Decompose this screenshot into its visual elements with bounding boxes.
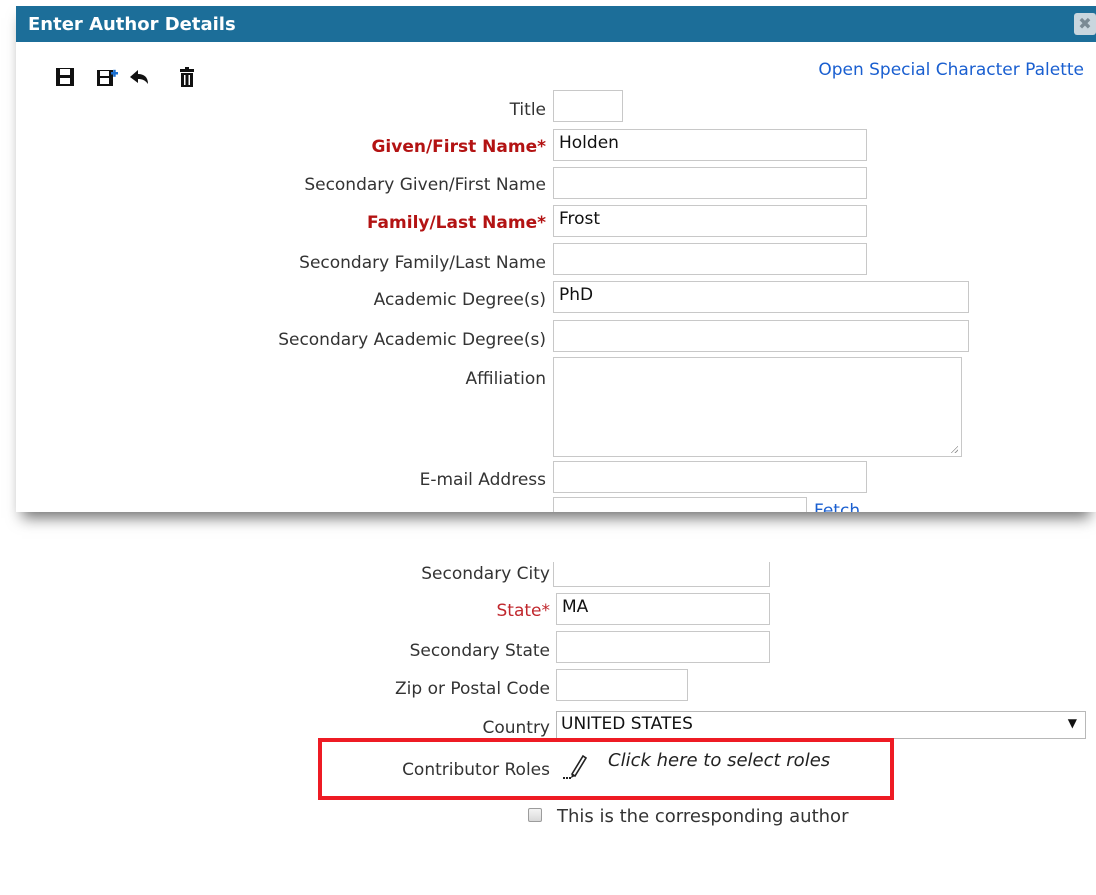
state-label: State* [496,601,551,621]
affiliation-textarea[interactable] [553,357,962,457]
secondary-state-input[interactable] [556,631,770,663]
chevron-down-icon[interactable]: ▼ [1068,716,1077,730]
secondary-given-name-label: Secondary Given/First Name [304,175,546,195]
secondary-family-name-input[interactable] [553,243,867,275]
secondary-state-label: Secondary State [409,641,550,661]
partial-input[interactable] [553,497,807,512]
secondary-academic-degrees-input[interactable] [553,320,969,352]
zip-label: Zip or Postal Code [395,679,550,699]
country-label: Country [482,718,550,738]
secondary-family-name-label: Secondary Family/Last Name [299,253,546,273]
email-input[interactable] [553,461,867,493]
country-value: UNITED STATES [561,714,693,734]
academic-degrees-input[interactable]: PhD [553,281,969,313]
secondary-academic-degrees-label: Secondary Academic Degree(s) [278,330,546,350]
secondary-city-input[interactable] [553,562,770,587]
special-character-palette-link[interactable]: Open Special Character Palette [818,60,1084,80]
secondary-city-label: Secondary City [421,564,550,584]
affiliation-label: Affiliation [465,369,547,389]
corresponding-author-checkbox[interactable] [528,808,542,822]
academic-degrees-label: Academic Degree(s) [373,290,546,310]
dialog-titlebar: Enter Author Details ✖ [16,6,1096,42]
contributor-roles-label: Contributor Roles [402,760,550,780]
country-select[interactable]: UNITED STATES ▼ [556,711,1086,739]
resize-grip-icon[interactable] [950,445,958,453]
given-name-label: Given/First Name* [371,137,546,157]
save-new-icon[interactable] [96,66,118,88]
close-icon[interactable]: ✖ [1074,13,1096,35]
zip-input[interactable] [556,669,688,701]
partial-link[interactable]: Fetch [814,496,860,512]
dialog-title: Enter Author Details [28,14,236,35]
family-name-label: Family/Last Name* [366,213,546,233]
trash-icon[interactable] [176,66,198,88]
family-name-input[interactable]: Frost [553,205,867,237]
secondary-given-name-input[interactable] [553,167,867,199]
state-input[interactable]: MA [556,593,770,625]
select-roles-link[interactable]: Click here to select roles [608,750,830,771]
pencil-icon[interactable] [563,752,593,780]
back-icon[interactable] [128,66,150,88]
given-name-input[interactable]: Holden [553,129,867,161]
save-icon[interactable] [54,66,76,88]
corresponding-author-label: This is the corresponding author [557,806,849,827]
email-label: E-mail Address [419,470,546,490]
title-label: Title [509,100,546,120]
title-input[interactable] [553,90,623,122]
